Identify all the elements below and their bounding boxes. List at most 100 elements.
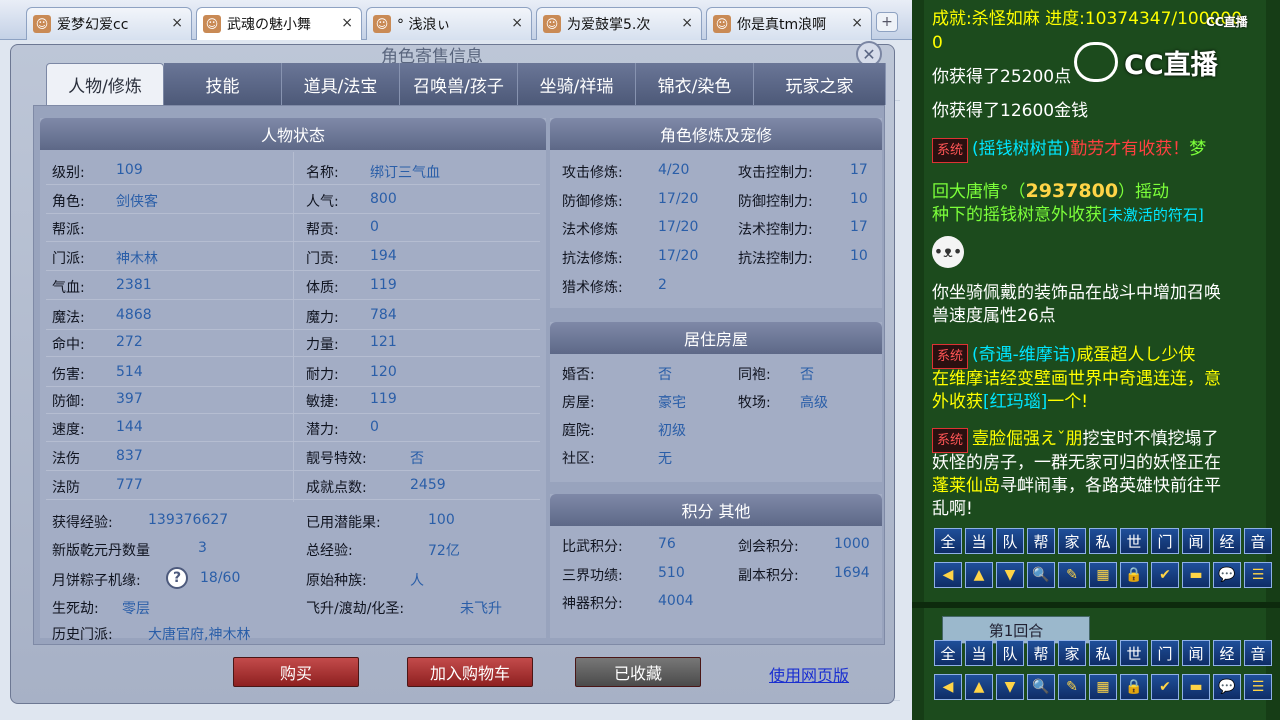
collected-button[interactable]: 已收藏 [575, 657, 701, 687]
panel-label: 房屋: [562, 395, 595, 411]
channel-button[interactable]: 队 [996, 640, 1024, 666]
channel-button[interactable]: 世 [1120, 528, 1148, 554]
status-label: 门贡: [306, 251, 339, 267]
value-potential-fruit: 100 [428, 512, 455, 528]
tool-button[interactable]: ▬ [1182, 562, 1210, 588]
status-value: 2459 [410, 477, 446, 493]
channel-button[interactable]: 全 [934, 528, 962, 554]
label-potential-fruit: 已用潜能果: [306, 515, 381, 531]
status-label: 耐力: [306, 367, 339, 383]
tool-button[interactable]: ☰ [1244, 674, 1272, 700]
status-value: 119 [370, 391, 397, 407]
label-mooncake: 月饼粽子机缘: [52, 573, 141, 589]
tool-button[interactable]: ▼ [996, 674, 1024, 700]
browser-tab[interactable]: ☺ 为爱鼓掌5.次 × [536, 7, 702, 40]
tool-button[interactable]: 💬 [1213, 562, 1241, 588]
channel-button[interactable]: 帮 [1027, 528, 1055, 554]
channel-button[interactable]: 经 [1213, 528, 1241, 554]
tab-skills[interactable]: 技能 [164, 63, 282, 105]
channel-button[interactable]: 门 [1151, 640, 1179, 666]
channel-button[interactable]: 家 [1058, 640, 1086, 666]
chat-span: 寻衅闹事，各路英雄快前往平 [1000, 476, 1221, 496]
tab-items[interactable]: 道具/法宝 [282, 63, 400, 105]
tool-button[interactable]: 🔒 [1120, 674, 1148, 700]
tool-button[interactable]: ▲ [965, 562, 993, 588]
dialog-tabs: 人物/修炼 技能 道具/法宝 召唤兽/孩子 坐骑/祥瑞 锦衣/染色 玩家之家 [46, 63, 886, 105]
status-value: 0 [370, 419, 379, 435]
channel-button[interactable]: 全 [934, 640, 962, 666]
channel-button[interactable]: 家 [1058, 528, 1086, 554]
tool-button[interactable]: ☰ [1244, 562, 1272, 588]
cultivation-header: 角色修炼及宠修 [550, 118, 882, 150]
help-icon[interactable]: ? [166, 567, 188, 589]
close-icon[interactable]: × [851, 15, 863, 31]
screen: ☺ 爱梦幻爱cc × ☺ 武魂の魅小舞 × ☺ ° 浅浪ぃ × ☺ 为爱鼓掌5.… [0, 0, 1280, 720]
new-tab-button[interactable]: + [876, 12, 898, 32]
browser-tab-active[interactable]: ☺ 武魂の魅小舞 × [196, 7, 362, 40]
browser-tab-label: 你是真tm浪啊 [737, 17, 827, 33]
close-icon[interactable]: × [341, 15, 353, 31]
channel-button[interactable]: 队 [996, 528, 1024, 554]
chat-line-achievement: 成就:杀怪如麻 进度:10374347/100000 [932, 9, 1243, 29]
status-label: 防御: [52, 394, 85, 410]
status-label: 帮派: [52, 222, 85, 238]
cc-logo-icon [1074, 42, 1118, 82]
channel-button[interactable]: 私 [1089, 528, 1117, 554]
tool-button[interactable]: ✎ [1058, 674, 1086, 700]
tool-button[interactable]: ✎ [1058, 562, 1086, 588]
tool-button[interactable]: ▦ [1089, 674, 1117, 700]
status-value: 784 [370, 307, 397, 323]
tool-button[interactable]: ▬ [1182, 674, 1210, 700]
web-version-link[interactable]: 使用网页版 [769, 662, 849, 686]
browser-tab[interactable]: ☺ 你是真tm浪啊 × [706, 7, 872, 40]
tab-costumes[interactable]: 锦衣/染色 [636, 63, 754, 105]
channel-button[interactable]: 当 [965, 528, 993, 554]
tool-button[interactable]: ▦ [1089, 562, 1117, 588]
tool-button[interactable]: ▼ [996, 562, 1024, 588]
channel-button[interactable]: 私 [1089, 640, 1117, 666]
tab-pets[interactable]: 召唤兽/孩子 [400, 63, 518, 105]
chat-span: 2937800 [1025, 180, 1119, 202]
channel-button[interactable]: 门 [1151, 528, 1179, 554]
channel-button[interactable]: 闻 [1182, 640, 1210, 666]
close-icon[interactable]: × [171, 15, 183, 31]
tab-home[interactable]: 玩家之家 [754, 63, 886, 105]
channel-button[interactable]: 帮 [1027, 640, 1055, 666]
panel-label: 抗法修炼: [562, 251, 623, 267]
channel-button[interactable]: 世 [1120, 640, 1148, 666]
chat-span: 勤劳才有收获！ [1070, 139, 1190, 159]
browser-tab[interactable]: ☺ 爱梦幻爱cc × [26, 7, 192, 40]
tool-button[interactable]: ◀ [934, 674, 962, 700]
tool-button[interactable]: ✔ [1151, 562, 1179, 588]
panel-value: 豪宅 [658, 395, 686, 411]
channel-button[interactable]: 当 [965, 640, 993, 666]
value-ascension: 未飞升 [460, 601, 502, 617]
value-shengsijie: 零层 [122, 601, 150, 617]
buy-button[interactable]: 购买 [233, 657, 359, 687]
channel-button[interactable]: 音 [1244, 528, 1272, 554]
tab-mounts[interactable]: 坐骑/祥瑞 [518, 63, 636, 105]
status-value: 109 [116, 162, 143, 178]
channel-button[interactable]: 经 [1213, 640, 1241, 666]
tool-button[interactable]: ✔ [1151, 674, 1179, 700]
channel-button[interactable]: 闻 [1182, 528, 1210, 554]
panel-value: 17/20 [658, 219, 699, 235]
tool-button[interactable]: 🔒 [1120, 562, 1148, 588]
chat-msg-mount-2: 兽速度属性26点 [932, 306, 1056, 326]
tool-button[interactable]: 🔍 [1027, 562, 1055, 588]
close-icon[interactable]: × [511, 15, 523, 31]
browser-tab[interactable]: ☺ ° 浅浪ぃ × [366, 7, 532, 40]
housing-header: 居住房屋 [550, 322, 882, 354]
browser-tab-bar: ☺ 爱梦幻爱cc × ☺ 武魂の魅小舞 × ☺ ° 浅浪ぃ × ☺ 为爱鼓掌5.… [0, 0, 912, 40]
tool-button[interactable]: 🔍 [1027, 674, 1055, 700]
close-icon[interactable]: × [681, 15, 693, 31]
channel-button[interactable]: 音 [1244, 640, 1272, 666]
tool-button[interactable]: ▲ [965, 674, 993, 700]
value-race: 人 [410, 573, 424, 589]
tab-character[interactable]: 人物/修炼 [46, 63, 164, 105]
tool-button[interactable]: 💬 [1213, 674, 1241, 700]
add-to-cart-button[interactable]: 加入购物车 [407, 657, 533, 687]
tool-button[interactable]: ◀ [934, 562, 962, 588]
status-header: 人物状态 [40, 118, 546, 150]
system-tag: 系统 [932, 428, 969, 453]
